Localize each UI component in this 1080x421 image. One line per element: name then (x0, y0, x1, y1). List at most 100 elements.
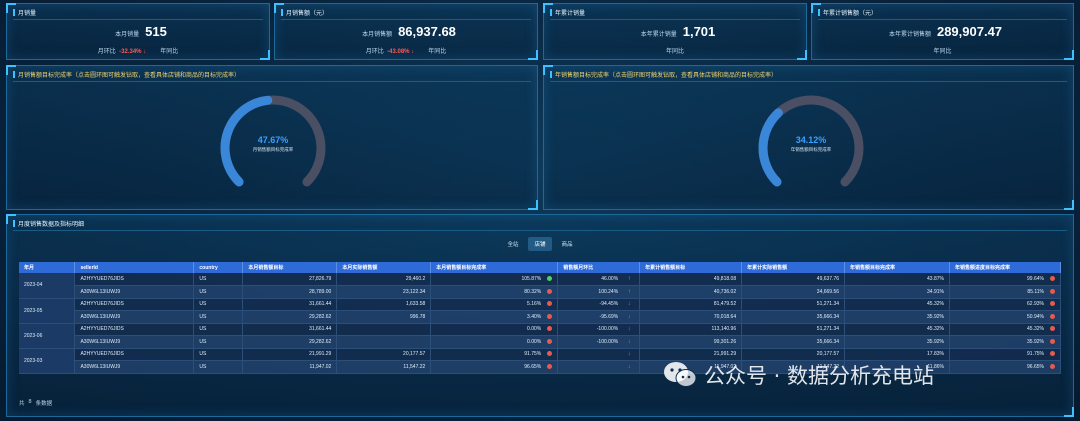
status-dot-icon (547, 338, 553, 344)
monthly-rate-cell: 5.16% (430, 298, 559, 311)
monthly-target-gauge[interactable]: 47.67% 月销售额目标完成率 (213, 88, 333, 208)
tab-product[interactable]: 商品 (556, 237, 579, 251)
seller-cell: A30W6L13IUWJ9 (74, 310, 195, 324)
status-dot-icon (547, 326, 553, 332)
kpi-card-title: 月销量 (13, 8, 263, 20)
column-header[interactable]: 年销售额目标完成率 (844, 262, 950, 273)
gauge-percent: 47.67% (257, 135, 289, 145)
kpi-mom-label: 月环比 (97, 49, 116, 55)
kpi-yoy-label: 年同比 (428, 49, 447, 55)
ytd-rate-cell: 45.32% (844, 298, 950, 311)
column-header[interactable]: 销售额月环比 (557, 262, 641, 273)
tab-store[interactable]: 店铺 (528, 237, 552, 251)
column-header[interactable]: 年月 (19, 262, 76, 273)
table-row[interactable]: A30W6L13IUWJ9 US 29,282.62 996.78 3.40% -95.6… (19, 310, 1062, 324)
arrow-down-icon: ↓ (627, 301, 631, 308)
kpi-mom-value: -32.34% (119, 49, 142, 55)
monthly-actual-cell (336, 335, 432, 349)
monthly-actual-cell: 20,177.57 (336, 348, 432, 361)
table-row[interactable]: 2023-04 A2HYYUED76JIDS US 27,826.79 29,460.2… (19, 273, 1062, 299)
ytd-target-cell: 81,479.52 (639, 298, 743, 311)
ytd-rate-cell: 43.87% (844, 273, 950, 286)
title-marker (818, 9, 820, 16)
status-dot-icon (1050, 288, 1055, 294)
monthly-rate-cell: 91.75% (430, 348, 559, 361)
column-header[interactable]: 本月销售额目标 (242, 262, 338, 273)
status-dot-icon (547, 276, 553, 282)
seller-cell: A2HYYUED76JIDS (74, 323, 195, 336)
country-cell: US (193, 285, 244, 299)
country-cell: US (193, 298, 244, 311)
arrow-up-icon: ↑ (627, 276, 631, 282)
country-cell: US (193, 360, 244, 374)
table-row[interactable]: A30W6L13IUWJ9 US 29,282.62 0.00% -100.00% ↓ 99… (19, 335, 1062, 349)
kpi-card-ytd-sales: 年累计销量 本年累计销量 1,701 年同比 (543, 3, 807, 60)
ytd-rate-cell: 35.92% (844, 335, 950, 349)
table-footer: 共 8 条数据 (19, 399, 53, 407)
country-cell: US (193, 335, 244, 349)
monthly-target-cell: 27,826.79 (242, 273, 338, 286)
column-header[interactable]: country (193, 262, 244, 273)
status-dot-icon (1050, 276, 1055, 282)
seller-cell: A2HYYUED76JIDS (74, 348, 195, 361)
tab-site[interactable]: 全站 (501, 237, 524, 251)
table-row[interactable]: 2023-06 A2HYYUED76JIDS US 31,661.44 0.00% -10… (19, 323, 1062, 349)
seller-cell: A30W6L13IUWJ9 (74, 360, 195, 374)
status-dot-icon (1050, 363, 1055, 369)
ytd-rate-cell: 17.83% (844, 348, 950, 361)
scope-tabs: 全站 店铺 商品 (0, 237, 1080, 251)
kpi-label: 本年累计销售额 (888, 32, 931, 38)
ytd-target-cell: 49,818.08 (639, 273, 743, 286)
kpi-label: 本年累计销量 (640, 32, 677, 38)
title-marker (281, 9, 283, 16)
kpi-value: 86,937.68 (398, 24, 456, 39)
month-cell: 2023-03 (19, 348, 76, 374)
mom-cell: -100.00% ↓ (557, 323, 641, 336)
ytd-target-cell: 21,991.29 (639, 348, 743, 361)
title-marker (13, 71, 15, 78)
ytd-progress-cell: 91.75% (949, 348, 1062, 361)
monthly-actual-cell: 11,547.22 (336, 360, 432, 374)
column-header[interactable]: 年累计实际销售额 (741, 262, 846, 273)
seller-cell: A30W6L13IUWJ9 (74, 285, 195, 299)
column-header[interactable]: 年销售额进度目标完成率 (949, 262, 1062, 273)
ytd-actual-cell: 49,637.76 (741, 273, 846, 286)
monthly-target-cell: 31,661.44 (242, 298, 338, 311)
status-dot-icon (1050, 313, 1055, 319)
ytd-progress-cell: 50.94% (949, 310, 1062, 324)
status-dot-icon (547, 351, 553, 357)
column-header[interactable]: sellerId (74, 262, 195, 273)
ytd-progress-cell: 35.92% (949, 335, 1062, 349)
kpi-card-title: 年累计销量 (550, 8, 800, 20)
annual-target-gauge[interactable]: 34.12% 年销售额目标完成率 (751, 88, 871, 208)
gauge-label: 年销售额目标完成率 (790, 147, 832, 152)
monthly-detail-table: 年月 sellerId country 本月销售额目标 本月实际销售额 本月销售额目标完成… (19, 262, 1062, 374)
ytd-actual-cell: 35,666.34 (741, 335, 846, 349)
table-row[interactable]: A30W6L13IUWJ9 US 28,789.00 23,122.34 80.32% 1… (19, 285, 1062, 299)
monthly-actual-cell: 1,633.58 (336, 298, 432, 311)
seller-cell: A30W6L13IUWJ9 (74, 335, 195, 349)
mom-cell: 100.24% ↑ (557, 285, 641, 299)
table-row[interactable]: 2023-03 A2HYYUED76JIDS US 21,991.29 20,177.5… (19, 348, 1062, 374)
title-marker (550, 71, 552, 78)
kpi-value: 1,701 (682, 24, 716, 39)
country-cell: US (193, 348, 244, 361)
ytd-progress-cell: 85.11% (949, 285, 1062, 299)
monthly-target-gauge-panel: 月销售额目标完成率（点击圆环图可触发钻取，查看具体店铺和商品的目标完成率） 47… (6, 65, 538, 210)
kpi-card-monthly-revenue: 月销售额（元） 本月销售额 86,937.68 月环比 -43.08% ↓ 年同比 (274, 3, 538, 60)
table-row[interactable]: 2023-05 A2HYYUED76JIDS US 31,661.44 1,633.58… (19, 298, 1062, 324)
ytd-target-cell: 99,301.26 (639, 335, 743, 349)
column-header[interactable]: 年累计销售额目标 (639, 262, 743, 273)
kpi-label: 本月销售额 (362, 32, 393, 38)
kpi-yoy-label: 年同比 (933, 49, 952, 55)
title-marker (13, 220, 15, 227)
monthly-target-cell: 21,991.29 (242, 348, 338, 361)
status-dot-icon (1050, 351, 1055, 357)
status-dot-icon (547, 313, 553, 319)
monthly-actual-cell: 996.78 (336, 310, 432, 324)
ytd-rate-cell: 45.32% (844, 323, 950, 336)
kpi-card-title: 年累计销售额（元） (818, 8, 1067, 20)
monthly-rate-cell: 0.00% (430, 335, 559, 349)
column-header[interactable]: 本月实际销售额 (336, 262, 432, 273)
column-header[interactable]: 本月销售额目标完成率 (430, 262, 559, 273)
